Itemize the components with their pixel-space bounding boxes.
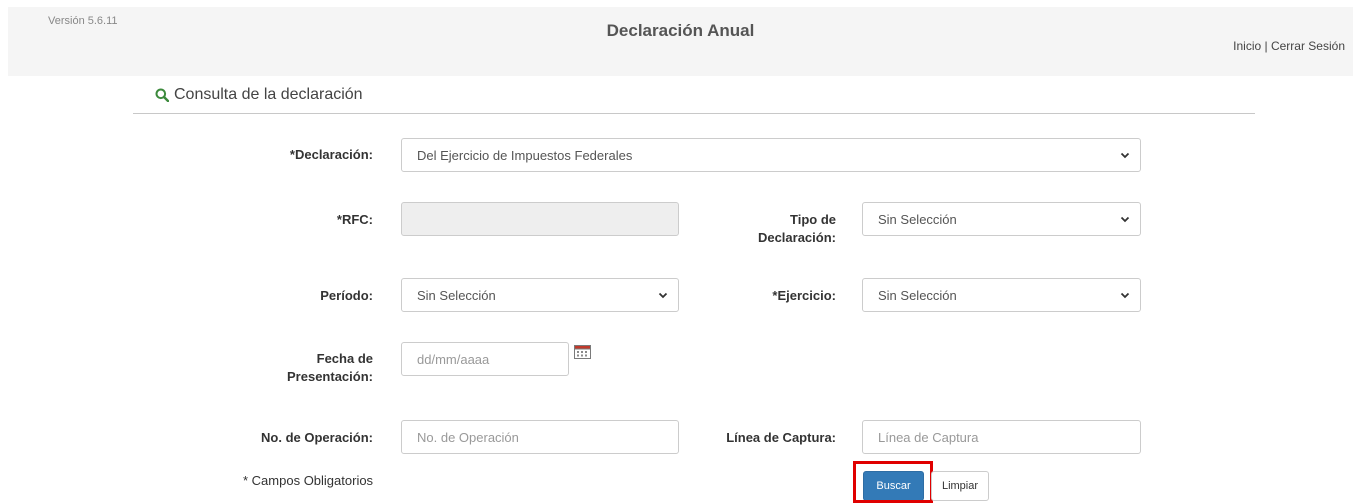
no-operacion-label: No. de Operación: — [261, 430, 373, 445]
chevron-down-icon — [1120, 216, 1130, 223]
declaracion-value: Del Ejercicio de Impuestos Federales — [417, 147, 633, 163]
tipo-declaracion-select[interactable]: Sin Selección — [862, 202, 1141, 236]
required-fields-note: * Campos Obligatorios — [243, 473, 374, 488]
fecha-presentacion-label-line2: Presentación: — [287, 369, 373, 384]
logout-link[interactable]: Cerrar Sesión — [1271, 39, 1345, 53]
chevron-down-icon — [1120, 152, 1130, 159]
highlight-frame — [853, 461, 933, 503]
top-header: Versión 5.6.11 Declaración Anual Inicio … — [8, 7, 1353, 76]
fecha-presentacion-input[interactable]: dd/mm/aaaa — [401, 342, 569, 376]
no-operacion-input[interactable]: No. de Operación — [401, 420, 679, 454]
tipo-declaracion-value: Sin Selección — [878, 211, 957, 227]
declaracion-select[interactable]: Del Ejercicio de Impuestos Federales — [401, 138, 1141, 172]
app-title: Declaración Anual — [606, 21, 755, 40]
ejercicio-label: *Ejercicio: — [772, 288, 836, 303]
chevron-down-icon — [658, 292, 668, 299]
search-icon — [155, 88, 169, 102]
tipo-declaracion-label-line1: Tipo de — [790, 212, 836, 227]
rfc-label: *RFC: — [336, 212, 373, 227]
periodo-select[interactable]: Sin Selección — [401, 278, 679, 312]
ejercicio-value: Sin Selección — [878, 287, 957, 303]
section-title: Consulta de la declaración — [155, 86, 363, 104]
section-divider — [133, 113, 1255, 114]
linea-captura-input[interactable]: Línea de Captura — [862, 420, 1141, 454]
declaracion-label: *Declaración: — [289, 147, 373, 162]
section-title-text: Consulta de la declaración — [174, 86, 363, 103]
tipo-declaracion-label-line2: Declaración: — [757, 230, 836, 245]
calendar-icon[interactable] — [574, 345, 591, 359]
fecha-presentacion-label-line1: Fecha de — [316, 351, 373, 366]
linea-captura-placeholder: Línea de Captura — [878, 429, 979, 445]
clear-button[interactable]: Limpiar — [931, 471, 989, 501]
ejercicio-select[interactable]: Sin Selección — [862, 278, 1141, 312]
fecha-presentacion-placeholder: dd/mm/aaaa — [417, 351, 490, 367]
home-link[interactable]: Inicio — [1233, 39, 1261, 53]
chevron-down-icon — [1120, 292, 1130, 299]
no-operacion-placeholder: No. de Operación — [417, 429, 519, 445]
link-separator: | — [1261, 39, 1271, 53]
periodo-label: Período: — [320, 288, 373, 303]
periodo-value: Sin Selección — [417, 287, 496, 303]
tipo-declaracion-label: Tipo de Declaración: — [690, 211, 836, 247]
fecha-presentacion-label: Fecha de Presentación: — [200, 350, 373, 386]
linea-captura-label: Línea de Captura: — [726, 430, 836, 445]
top-links: Inicio | Cerrar Sesión — [1233, 39, 1345, 53]
rfc-field[interactable] — [401, 202, 679, 236]
